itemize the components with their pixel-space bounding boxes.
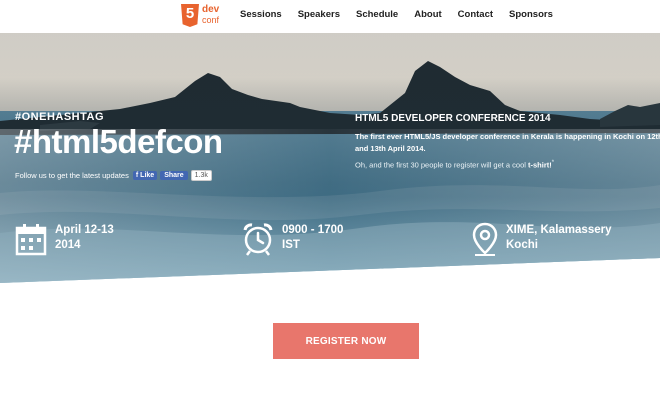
offer-item: t-shirt! [528,160,552,170]
alarm-clock-icon [243,223,273,256]
location-pin-icon [472,222,498,256]
hashtag-kicker: #ONEHASHTAG [15,111,105,123]
event-date: April 12-13 2014 [15,222,114,256]
event-time-line2: IST [282,239,300,251]
logo-text-dev: dev [202,4,220,15]
event-time-line1: 0900 - 1700 [282,224,344,236]
conference-description-line1: The first ever HTML5/JS developer confer… [355,132,660,141]
event-venue-line2: Kochi [506,239,538,251]
event-date-line1: April 12-13 [55,224,114,236]
event-venue: XIME, Kalamassery Kochi [472,222,611,256]
html5-devconf-logo[interactable]: 5 dev conf [181,4,225,28]
top-navigation: 5 dev conf Sessions Speakers Schedule Ab… [0,0,660,33]
nav-link-speakers[interactable]: Speakers [298,9,340,20]
facebook-like-button[interactable]: f Like [132,171,158,180]
facebook-share-button[interactable]: Share [160,171,188,180]
nav-link-sessions[interactable]: Sessions [240,9,282,20]
event-time: 0900 - 1700 IST [242,222,343,256]
conference-title: HTML5 DEVELOPER CONFERENCE 2014 [355,113,551,124]
offer-text: Oh, and the first 30 people to register … [355,160,529,170]
calendar-icon [15,224,47,256]
offer-mark: * [551,160,555,166]
nav-link-about[interactable]: About [414,9,441,20]
register-now-button[interactable]: REGISTER NOW [273,323,419,359]
logo-number: 5 [185,5,195,22]
event-date-line2: 2014 [55,239,81,251]
main-nav: Sessions Speakers Schedule About Contact… [240,9,553,20]
facebook-share-count: 1.3k [190,170,212,181]
nav-link-sponsors[interactable]: Sponsors [509,9,553,20]
facebook-icon: f [135,172,139,179]
follow-text: Follow us to get the latest updates [15,171,129,180]
nav-link-contact[interactable]: Contact [458,9,493,20]
conference-description-line2: and 13th April 2014. [355,144,426,153]
hashtag-heading: #html5defcon [14,123,223,160]
conference-description: The first ever HTML5/JS developer confer… [355,131,660,155]
tshirt-offer: Oh, and the first 30 people to register … [355,160,554,170]
social-follow-row: Follow us to get the latest updates f Li… [15,170,212,181]
nav-link-schedule[interactable]: Schedule [356,9,398,20]
event-venue-line1: XIME, Kalamassery [506,224,612,236]
logo-text-conf: conf [202,15,220,25]
facebook-like-label: Like [140,172,155,179]
